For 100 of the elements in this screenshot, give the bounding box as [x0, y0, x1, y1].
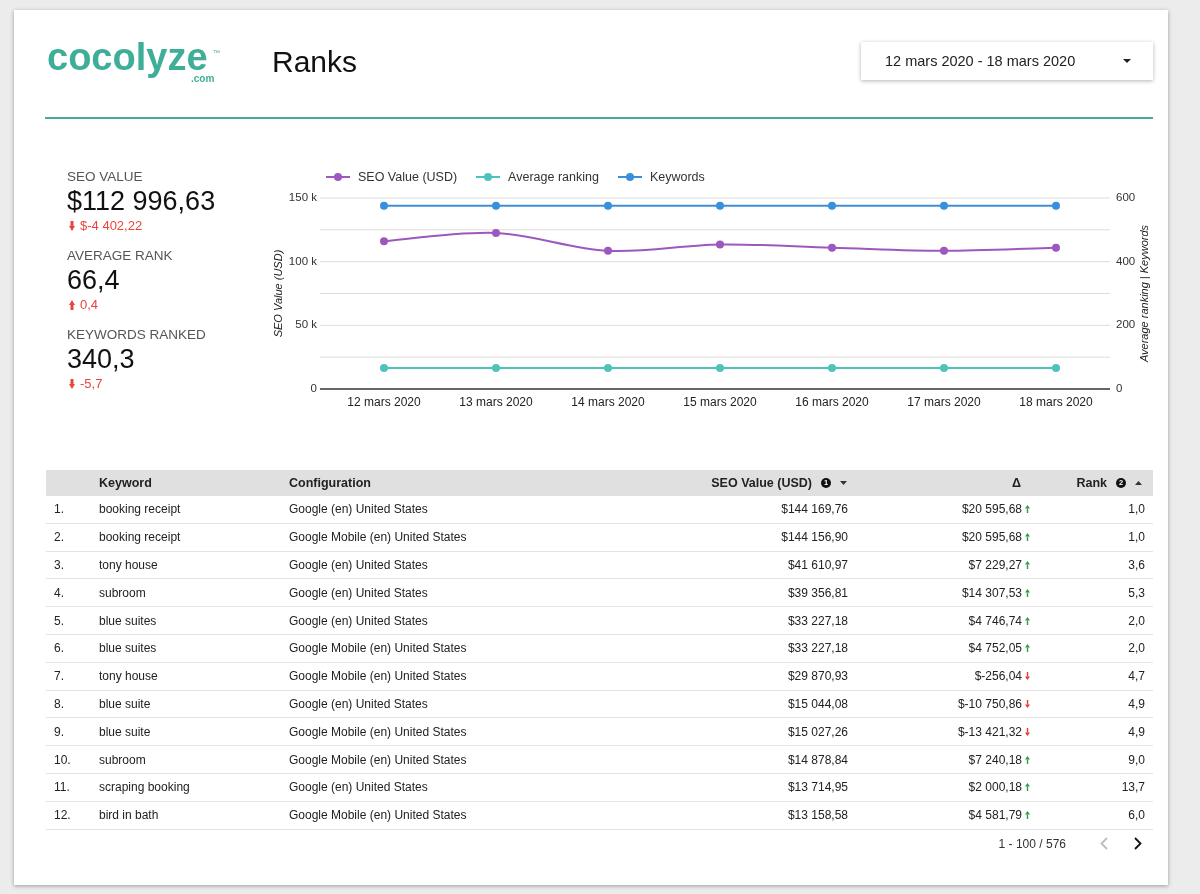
- axis-tick-label: 13 mars 2020: [459, 395, 533, 409]
- row-number: 8.: [54, 696, 64, 711]
- kpi-value: $112 996,63: [67, 186, 217, 216]
- data-point: [1052, 201, 1060, 210]
- keyword-text: booking receipt: [99, 530, 181, 545]
- data-point: [716, 240, 724, 249]
- delta-value: $20 595,68: [961, 502, 1022, 517]
- delta-value: $14 307,53: [961, 585, 1022, 600]
- data-point: [492, 364, 500, 372]
- data-point: [492, 229, 500, 237]
- delta-value: $4 752,05: [968, 641, 1022, 656]
- axis-tick-label: 0: [1116, 382, 1123, 395]
- rank-value: 5,3: [1128, 585, 1145, 600]
- delta-value: $20 595,68: [961, 530, 1022, 545]
- kpi-value: 340,3: [67, 344, 136, 374]
- column-header[interactable]: Keyword: [99, 476, 152, 490]
- seo-value-text: $29 870,93: [787, 669, 848, 684]
- keyword-text: blue suites: [99, 641, 157, 656]
- configuration-text: Google (en) United States: [289, 585, 428, 600]
- legend-line-icon: [617, 173, 642, 181]
- rank-value: 6,0: [1128, 808, 1145, 823]
- legend-label: SEO Value (USD): [358, 170, 458, 184]
- keyword-text: tony house: [99, 558, 158, 572]
- configuration-text: Google Mobile (en) United States: [289, 808, 467, 823]
- legend-label: Average ranking: [508, 170, 599, 184]
- caret-down-icon: [1123, 59, 1131, 63]
- date-range-dropdown[interactable]: 12 mars 2020 - 18 mars 2020: [861, 42, 1153, 80]
- delta-value: $4 581,79: [968, 808, 1022, 823]
- axis-tick-label: 50 k: [295, 318, 317, 331]
- rank-value: 13,7: [1121, 780, 1145, 795]
- delta-value: $7 229,27: [968, 558, 1022, 572]
- axis-tick-label: 12 mars 2020: [347, 395, 421, 409]
- seo-value-text: $39 356,81: [787, 585, 848, 600]
- row-number: 1.: [54, 502, 64, 517]
- seo-value-text: $33 227,18: [787, 641, 848, 656]
- axis-tick-label: 18 mars 2020: [1019, 395, 1093, 409]
- page-title: Ranks: [272, 47, 358, 77]
- column-header[interactable]: Δ: [1012, 476, 1021, 490]
- kpi-label: SEO VALUE: [67, 168, 144, 186]
- seo-value-text: $144 156,90: [781, 530, 848, 545]
- delta-value: $2 000,18: [968, 780, 1022, 795]
- data-point: [716, 201, 724, 210]
- kpi-change: 0,4: [80, 297, 99, 313]
- configuration-text: Google (en) United States: [289, 613, 428, 628]
- column-header[interactable]: Rank: [1076, 476, 1107, 490]
- data-point: [604, 201, 612, 210]
- data-point: [828, 364, 836, 372]
- data-point: [492, 201, 500, 210]
- row-number: 2.: [54, 530, 64, 545]
- configuration-text: Google (en) United States: [289, 558, 428, 572]
- configuration-text: Google Mobile (en) United States: [289, 641, 467, 656]
- keyword-text: bird in bath: [99, 808, 159, 823]
- kpi-label: KEYWORDS RANKED: [67, 326, 207, 344]
- column-header[interactable]: SEO Value (USD): [711, 476, 812, 490]
- row-number: 7.: [54, 669, 64, 684]
- data-point: [380, 364, 388, 372]
- caret-up-icon[interactable]: [1135, 481, 1142, 485]
- legend-line-icon: [476, 173, 501, 181]
- axis-tick-label: 400: [1116, 254, 1136, 267]
- row-number: 4.: [54, 585, 64, 600]
- axis-title: SEO Value (USD): [272, 249, 284, 338]
- configuration-text: Google (en) United States: [289, 696, 428, 711]
- chevron-right-icon: [1134, 837, 1142, 851]
- delta-value: $-10 750,86: [957, 696, 1022, 711]
- data-point: [380, 237, 388, 246]
- row-number: 11.: [54, 780, 70, 795]
- data-point: [1052, 243, 1060, 252]
- rank-value: 3,6: [1128, 558, 1145, 572]
- keyword-text: blue suites: [99, 613, 157, 628]
- axis-tick-label: 0: [310, 382, 317, 395]
- data-point: [940, 246, 948, 255]
- data-point: [604, 246, 612, 255]
- keyword-text: booking receipt: [99, 502, 181, 517]
- legend-line-icon: [326, 173, 350, 181]
- data-point: [940, 201, 948, 210]
- data-point: [828, 201, 836, 210]
- seo-value-text: $15 027,26: [787, 724, 848, 739]
- row-number: 3.: [54, 558, 64, 572]
- kpi-value: 66,4: [67, 265, 121, 295]
- configuration-text: Google Mobile (en) United States: [289, 669, 467, 684]
- row-number: 5.: [54, 613, 64, 628]
- configuration-text: Google (en) United States: [289, 780, 428, 795]
- column-header[interactable]: Configuration: [289, 476, 371, 490]
- rank-value: 2,0: [1128, 641, 1145, 656]
- delta-value: $-256,04: [974, 669, 1022, 684]
- rank-value: 4,9: [1128, 696, 1145, 711]
- axis-tick-label: 16 mars 2020: [795, 395, 869, 409]
- seo-value-text: $15 044,08: [787, 696, 848, 711]
- configuration-text: Google Mobile (en) United States: [289, 724, 467, 739]
- row-number: 10.: [54, 752, 71, 767]
- axis-tick-label: 200: [1116, 318, 1136, 331]
- seo-value-text: $144 169,76: [781, 502, 848, 517]
- configuration-text: Google Mobile (en) United States: [289, 752, 467, 767]
- rank-value: 4,9: [1128, 724, 1145, 739]
- caret-down-icon[interactable]: [840, 481, 847, 485]
- rank-value: 2,0: [1128, 613, 1145, 628]
- configuration-text: Google Mobile (en) United States: [289, 530, 467, 545]
- seo-value-text: $41 610,97: [787, 558, 848, 572]
- axis-title: Average ranking | Keywords: [1138, 224, 1150, 363]
- kpi-label: AVERAGE RANK: [67, 247, 174, 265]
